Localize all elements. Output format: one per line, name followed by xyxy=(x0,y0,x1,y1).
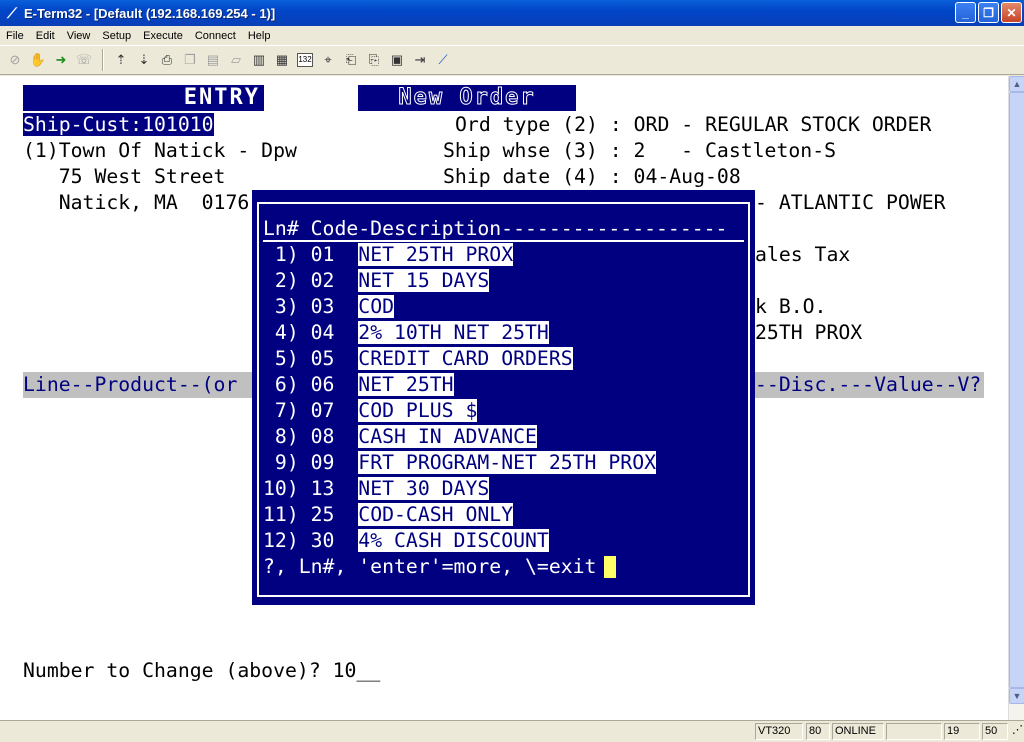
copy-icon[interactable]: ❐ xyxy=(179,49,201,71)
new-order-title: New Order xyxy=(358,85,576,111)
ship-whse: Ship whse (3) : 2 - Castleton-S xyxy=(443,139,837,162)
menu-help[interactable]: Help xyxy=(242,30,277,42)
terms-code-popup: Ln# Code-Description------------------- … xyxy=(252,190,755,605)
number-to-change-prompt[interactable]: Number to Change (above)? 10__ xyxy=(23,658,380,684)
ship-cust-label: Ship-Cust: xyxy=(23,113,143,136)
list-item[interactable]: 7) 07 COD PLUS $ xyxy=(263,398,478,424)
status-terminal-type: VT320 xyxy=(755,723,803,740)
list-item[interactable]: 1) 01 NET 25TH PROX xyxy=(263,242,514,268)
list-item[interactable]: 8) 08 CASH IN ADVANCE xyxy=(263,424,537,450)
list-item[interactable]: 3) 03 COD xyxy=(263,294,395,320)
ship-cust-row: Ship-Cust:101010 xyxy=(23,112,214,138)
toolbar-separator xyxy=(102,49,104,71)
keypad-icon[interactable]: 132 xyxy=(294,49,316,71)
tax-partial: ales Tax xyxy=(755,243,851,266)
menu-connect[interactable]: Connect xyxy=(189,30,242,42)
vertical-scrollbar[interactable]: ▲ ▼ xyxy=(1008,76,1024,720)
send-file-icon[interactable]: ⇡ xyxy=(110,49,132,71)
split-icon[interactable]: ▦ xyxy=(271,49,293,71)
address-line-1: 75 West Street xyxy=(23,165,226,188)
app-icon: ⟋ xyxy=(7,5,17,21)
list-item[interactable]: 12) 30 4% CASH DISCOUNT xyxy=(263,528,549,554)
exit-door-icon[interactable]: ⇥ xyxy=(409,49,431,71)
receive-file-icon[interactable]: ⇣ xyxy=(133,49,155,71)
clear-icon[interactable]: ▱ xyxy=(225,49,247,71)
carrier-partial: - ATLANTIC POWER xyxy=(755,191,946,214)
scroll-down-icon[interactable]: ▼ xyxy=(1009,688,1024,704)
minimize-button[interactable]: _ xyxy=(955,2,976,23)
scroll-thumb[interactable] xyxy=(1009,92,1024,688)
menu-setup[interactable]: Setup xyxy=(96,30,137,42)
resize-grip-icon[interactable]: ⋰ xyxy=(1010,723,1023,740)
disconnect-icon[interactable]: ⊘ xyxy=(4,49,26,71)
window-title: E-Term32 - [Default (192.168.169.254 - 1… xyxy=(24,5,276,21)
list-item[interactable]: 9) 09 FRT PROGRAM-NET 25TH PROX xyxy=(263,450,657,476)
capture-icon[interactable]: ⎗ xyxy=(340,49,362,71)
list-item[interactable]: 2) 02 NET 15 DAYS xyxy=(263,268,490,294)
status-blank xyxy=(886,723,942,740)
list-item[interactable]: 5) 05 CREDIT CARD ORDERS xyxy=(263,346,573,372)
macro-icon[interactable]: ⎘ xyxy=(363,49,385,71)
status-bar: VT320 80 ONLINE 19 50 ⋰ xyxy=(0,720,1024,742)
ord-type: Ord type (2) : ORD - REGULAR STOCK ORDER xyxy=(455,113,932,136)
text-cursor xyxy=(604,556,617,578)
target-icon[interactable]: ⌖ xyxy=(317,49,339,71)
address-line-2: Natick, MA 0176 xyxy=(23,191,250,214)
menu-edit[interactable]: Edit xyxy=(30,30,61,42)
popup-prompt[interactable]: ?, Ln#, 'enter'=more, \=exit xyxy=(263,554,617,580)
window-controls: _ ❐ ✕ xyxy=(955,2,1022,23)
connect-icon[interactable]: ➜ xyxy=(50,49,72,71)
line-header-left: Line--Product--(or xyxy=(23,372,255,398)
ship-cust-value: 101010 xyxy=(142,113,214,136)
paste-icon[interactable]: ▤ xyxy=(202,49,224,71)
status-row: 19 xyxy=(944,723,980,740)
log-icon[interactable]: ▣ xyxy=(386,49,408,71)
scroll-up-icon[interactable]: ▲ xyxy=(1009,76,1024,92)
list-item[interactable]: 10) 13 NET 30 DAYS xyxy=(263,476,490,502)
menu-view[interactable]: View xyxy=(61,30,97,42)
popup-header: Ln# Code-Description------------------- xyxy=(263,216,744,242)
customer-name: (1)Town Of Natick - Dpw xyxy=(23,139,297,162)
etterm-icon[interactable]: ⟋ xyxy=(432,49,454,71)
menu-bar: File Edit View Setup Execute Connect Hel… xyxy=(0,26,1024,45)
status-online: ONLINE xyxy=(832,723,884,740)
terms-partial: 25TH PROX xyxy=(755,321,863,344)
list-item[interactable]: 11) 25 COD-CASH ONLY xyxy=(263,502,514,528)
popup-prompt-text: ?, Ln#, 'enter'=more, \=exit xyxy=(263,555,597,578)
status-columns: 80 xyxy=(806,723,830,740)
print-icon[interactable]: ⎙ xyxy=(156,49,178,71)
ship-date: Ship date (4) : 04-Aug-08 xyxy=(443,165,741,188)
list-item[interactable]: 4) 04 2% 10TH NET 25TH xyxy=(263,320,549,346)
title-bar[interactable]: ⟋ E-Term32 - [Default (192.168.169.254 -… xyxy=(0,0,1024,26)
status-col: 50 xyxy=(982,723,1008,740)
list-item[interactable]: 6) 06 NET 25TH xyxy=(263,372,454,398)
toolbar: ⊘ ✋ ➜ ☏ ⇡ ⇣ ⎙ ❐ ▤ ▱ ▥ ▦ 132 ⌖ ⎗ ⎘ ▣ ⇥ ⟋ xyxy=(0,45,1024,75)
close-button[interactable]: ✕ xyxy=(1001,2,1022,23)
line-header-right: --Disc.---Value--V? xyxy=(755,372,984,398)
dial-icon[interactable]: ☏ xyxy=(73,49,95,71)
restore-button[interactable]: ❐ xyxy=(978,2,999,23)
terminal-screen[interactable]: ENTRY New Order Ship-Cust:101010 Ord typ… xyxy=(0,76,1008,720)
columns-icon[interactable]: ▥ xyxy=(248,49,270,71)
menu-file[interactable]: File xyxy=(0,30,30,42)
entry-title: ENTRY xyxy=(23,85,264,111)
bo-partial: k B.O. xyxy=(755,295,827,318)
hand-icon[interactable]: ✋ xyxy=(27,49,49,71)
menu-execute[interactable]: Execute xyxy=(137,30,189,42)
